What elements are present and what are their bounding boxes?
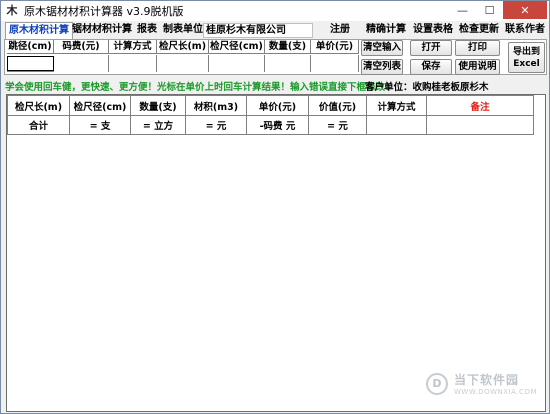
open-button[interactable]: 打开 bbox=[410, 40, 452, 56]
tab-log-volume[interactable]: 原木材积计算 bbox=[5, 22, 73, 39]
tab-lumber-volume[interactable]: 锯材材积计算 bbox=[69, 22, 135, 39]
header-diameter: 检尺径(cm) bbox=[69, 95, 131, 116]
export-label-2: Excel bbox=[513, 59, 540, 69]
col-diameter: 检尺径(cm) bbox=[209, 40, 265, 54]
results-table: 检尺长(m) 检尺径(cm) 数量(支) 材积(m3) 单价(元) 价值(元) … bbox=[7, 95, 534, 135]
input-grid-header: 跳径(cm) 码费(元) 计算方式 检尺长(m) 检尺径(cm) 数量(支) 单… bbox=[7, 40, 359, 54]
customer-unit: 客户单位：收购桂老板原杉木 bbox=[365, 79, 489, 93]
set-table-link[interactable]: 设置表格 bbox=[410, 22, 456, 39]
diameter-input[interactable] bbox=[209, 55, 265, 72]
calc-method-input[interactable] bbox=[109, 55, 157, 72]
maximize-button[interactable]: ☐ bbox=[476, 1, 503, 19]
register-link[interactable]: 注册 bbox=[327, 22, 353, 39]
col-jump-diameter: 跳径(cm) bbox=[7, 40, 54, 54]
fee-input[interactable] bbox=[54, 55, 109, 72]
save-button[interactable]: 保存 bbox=[410, 59, 452, 75]
app-window: 木 原木锯材材积计算器 v3.9脱机版 — ☐ ✕ 原木材积计算 锯材材积计算 … bbox=[0, 0, 550, 414]
input-panel: 跳径(cm) 码费(元) 计算方式 检尺长(m) 检尺径(cm) 数量(支) 单… bbox=[4, 39, 547, 75]
minimize-button[interactable]: — bbox=[449, 1, 476, 19]
col-unit-price: 单价(元) bbox=[311, 40, 359, 54]
contact-author-link[interactable]: 联系作者 bbox=[502, 22, 548, 39]
summary-volume: = 立方 bbox=[130, 115, 186, 135]
export-excel-button[interactable]: 导出到 Excel bbox=[508, 42, 545, 73]
tab-bar: 原木材积计算 锯材材积计算 报表 制表单位： 桂原杉木有限公司 注册 精确计算 … bbox=[1, 21, 549, 39]
summary-value: = 元 bbox=[308, 115, 367, 135]
clear-list-button[interactable]: 清空列表 bbox=[361, 59, 403, 75]
title-bar: 木 原木锯材材积计算器 v3.9脱机版 — ☐ ✕ bbox=[1, 1, 549, 21]
customer-label: 客户单位： bbox=[365, 82, 413, 93]
jump-diameter-input[interactable] bbox=[7, 56, 54, 71]
header-quantity: 数量(支) bbox=[130, 95, 186, 116]
col-calc-method: 计算方式 bbox=[109, 40, 157, 54]
header-length: 检尺长(m) bbox=[7, 95, 70, 116]
unit-price-input[interactable] bbox=[311, 55, 359, 72]
window-title: 原木锯材材积计算器 v3.9脱机版 bbox=[24, 5, 184, 18]
wood-logo-icon: 木 bbox=[6, 4, 18, 17]
header-calc-method: 计算方式 bbox=[366, 95, 427, 116]
summary-remark bbox=[426, 115, 534, 135]
window-controls: — ☐ ✕ bbox=[449, 1, 547, 19]
summary-amount: = 元 bbox=[185, 115, 247, 135]
print-button[interactable]: 打印 bbox=[455, 40, 500, 56]
length-input[interactable] bbox=[157, 55, 209, 72]
clear-input-button[interactable]: 清空输入 bbox=[361, 40, 403, 56]
header-value: 价值(元) bbox=[308, 95, 367, 116]
header-volume: 材积(m3) bbox=[185, 95, 247, 116]
check-update-link[interactable]: 检查更新 bbox=[456, 22, 502, 39]
watermark-en: WWW.DOWNXIA.COM bbox=[454, 388, 537, 396]
help-button[interactable]: 使用说明 bbox=[455, 59, 500, 75]
precise-calc-link[interactable]: 精确计算 bbox=[363, 22, 409, 39]
header-remark: 备注 bbox=[426, 95, 534, 116]
col-fee: 码费(元) bbox=[54, 40, 109, 54]
summary-count: = 支 bbox=[69, 115, 131, 135]
results-header-row: 检尺长(m) 检尺径(cm) 数量(支) 材积(m3) 单价(元) 价值(元) … bbox=[7, 95, 534, 116]
input-grid-row bbox=[7, 55, 359, 72]
summary-total-label: 合计 bbox=[7, 115, 70, 135]
watermark-cn: 当下软件园 bbox=[454, 373, 520, 387]
summary-fee: -码费 元 bbox=[246, 115, 309, 135]
tab-report[interactable]: 报表 bbox=[134, 22, 160, 39]
watermark: D 当下软件园 WWW.DOWNXIA.COM bbox=[426, 371, 537, 396]
export-label-1: 导出到 bbox=[512, 47, 540, 57]
results-table-area[interactable]: 检尺长(m) 检尺径(cm) 数量(支) 材积(m3) 单价(元) 价值(元) … bbox=[6, 94, 546, 412]
unit-field[interactable]: 桂原杉木有限公司 bbox=[203, 23, 313, 38]
header-unit-price: 单价(元) bbox=[246, 95, 309, 116]
summary-row: 合计 = 支 = 立方 = 元 -码费 元 = 元 bbox=[7, 115, 534, 135]
usage-hint: 学会使用回车健，更快速、更方便！光标在单价上时回车计算结果！输入错误直接下框修改… bbox=[5, 82, 395, 93]
d-logo-icon: D bbox=[426, 372, 448, 395]
col-length: 检尺长(m) bbox=[157, 40, 209, 54]
quantity-input[interactable] bbox=[265, 55, 311, 72]
summary-method bbox=[366, 115, 427, 135]
col-quantity: 数量(支) bbox=[265, 40, 311, 54]
close-button[interactable]: ✕ bbox=[503, 1, 547, 19]
customer-value[interactable]: 收购桂老板原杉木 bbox=[413, 82, 489, 93]
